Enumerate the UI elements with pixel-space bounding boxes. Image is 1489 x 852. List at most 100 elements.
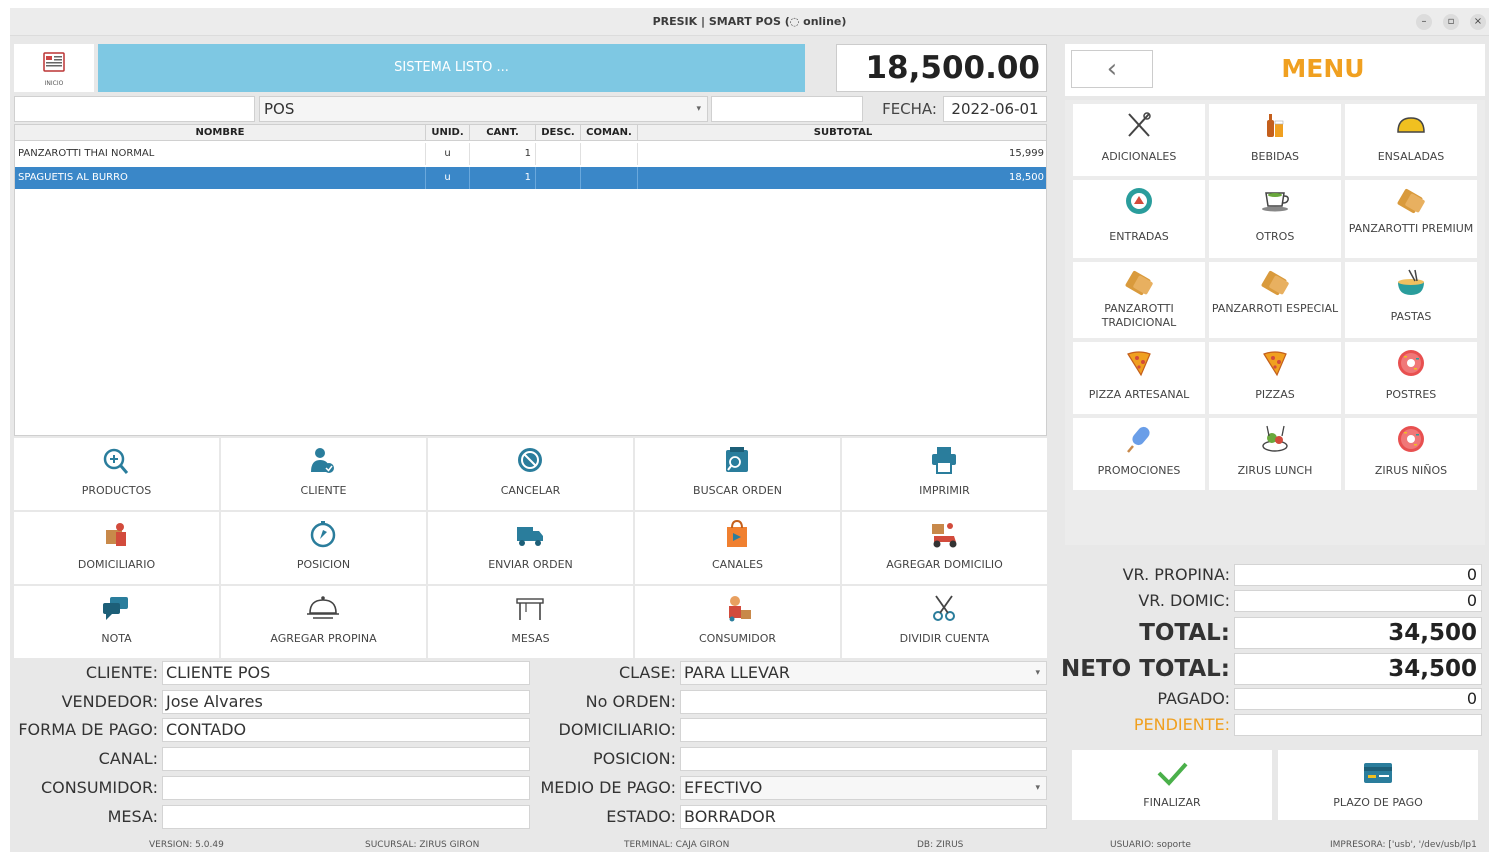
col-coman[interactable]: COMAN. [581, 125, 638, 141]
menu-item-label: PROMOCIONES [1097, 464, 1181, 477]
canal-field[interactable] [162, 747, 530, 771]
cliente-button[interactable]: CLIENTE [221, 438, 426, 510]
menu-item-promociones[interactable]: PROMOCIONES [1073, 418, 1205, 490]
credit-card-icon [1364, 763, 1392, 783]
forma-pago-label: FORMA DE PAGO: [18, 720, 158, 739]
cell-subtotal: 18,500 [1009, 172, 1044, 183]
close-button[interactable]: × [1470, 14, 1486, 30]
menu-item-label: ZIRUS NIÑOS [1374, 464, 1448, 477]
coffee-cup-icon [1262, 192, 1289, 212]
maximize-button[interactable]: ▫ [1443, 14, 1459, 30]
buscar-orden-button[interactable]: BUSCAR ORDEN [635, 438, 840, 510]
domiciliario-field-label: DOMICILIARIO: [558, 720, 676, 739]
noodle-bowl-icon [1398, 269, 1424, 295]
productos-button[interactable]: PRODUCTOS [14, 438, 219, 510]
menu-item-panzarotti-tradicional[interactable]: PANZAROTTI TRADICIONAL [1073, 262, 1205, 338]
home-button[interactable]: INICIO [14, 44, 94, 92]
menu-item-label: ZIRUS LUNCH [1237, 464, 1313, 477]
shop-combo[interactable]: POS ▾ [259, 96, 708, 122]
menu-item-label: PIZZAS [1255, 388, 1295, 401]
plazo-pago-button[interactable]: PLAZO DE PAGO [1278, 750, 1478, 820]
finalizar-button[interactable]: FINALIZAR [1072, 750, 1272, 820]
plazo-pago-label: PLAZO DE PAGO [1333, 796, 1423, 809]
checkmark-icon [1157, 762, 1188, 786]
cell-subtotal: 15,999 [1009, 148, 1044, 159]
estado-label: ESTADO: [606, 807, 676, 826]
printer-icon [932, 447, 956, 474]
enviar-orden-button[interactable]: ENVIAR ORDEN [428, 512, 633, 584]
menu-item-label: PANZAROTTI TRADICIONAL [1101, 302, 1177, 329]
col-cant[interactable]: CANT. [470, 125, 536, 141]
menu-item-panzarroti-especial[interactable]: PANZARROTI ESPECIAL [1209, 262, 1341, 338]
menu-item-bebidas[interactable]: BEBIDAS [1209, 104, 1341, 176]
cell-nombre: PANZAROTTI THAI NORMAL [15, 143, 426, 165]
menu-item-entradas[interactable]: ENTRADAS [1073, 180, 1205, 258]
orden-field[interactable] [680, 690, 1047, 714]
cell-nombre: SPAGUETIS AL BURRO [15, 167, 426, 189]
back-button[interactable]: ‹ [1071, 50, 1153, 88]
menu-item-label: OTROS [1255, 230, 1295, 243]
menu-item-adicionales[interactable]: ADICIONALES [1073, 104, 1205, 176]
mesa-field[interactable] [162, 805, 530, 829]
menu-item-pizzas[interactable]: PIZZAS [1209, 342, 1341, 414]
menu-item-label: ENTRADAS [1109, 230, 1169, 243]
compass-icon [310, 521, 336, 548]
domiciliario-field[interactable] [680, 718, 1047, 742]
agregar-domicilio-button[interactable]: AGREGAR DOMICILIO [842, 512, 1047, 584]
truck-icon [517, 527, 543, 546]
minimize-button[interactable]: – [1416, 14, 1432, 30]
search-plus-icon [103, 448, 129, 474]
agregar-propina-button[interactable]: AGREGAR PROPINA [221, 586, 426, 658]
menu-item-label: PANZARROTI ESPECIAL [1211, 302, 1339, 315]
menu-item-pizza-artesanal[interactable]: PIZZA ARTESANAL [1073, 342, 1205, 414]
menu-item-zirus-lunch[interactable]: ZIRUS LUNCH [1209, 418, 1341, 490]
chevron-left-icon: ‹ [1106, 54, 1118, 84]
neto-total-label: NETO TOTAL: [1060, 656, 1230, 682]
col-desc[interactable]: DESC. [536, 125, 581, 141]
menu-item-otros[interactable]: OTROS [1209, 180, 1341, 258]
clase-select[interactable]: PARA LLEVAR ▾ [680, 661, 1047, 685]
posicion-button[interactable]: POSICION [221, 512, 426, 584]
menu-title: MENU [1281, 54, 1365, 83]
menu-item-label: BEBIDAS [1250, 150, 1300, 163]
code-input[interactable] [14, 96, 255, 122]
plate-icon [1126, 188, 1152, 214]
forma-pago-field[interactable]: CONTADO [162, 718, 530, 742]
col-nombre[interactable]: NOMBRE [15, 125, 426, 141]
dividir-cuenta-button[interactable]: DIVIDIR CUENTA [842, 586, 1047, 658]
posicion-field[interactable] [680, 747, 1047, 771]
menu-item-zirus-ninos[interactable]: ZIRUS NIÑOS [1345, 418, 1477, 490]
footer-db: DB: ZIRUS [917, 840, 964, 850]
col-unid[interactable]: UNID. [426, 125, 470, 141]
consumidor-field[interactable] [162, 776, 530, 800]
menu-item-ensaladas[interactable]: ENSALADAS [1345, 104, 1477, 176]
action-grid: PRODUCTOS CLIENTE CANCELAR BUSCAR ORDEN … [14, 438, 1048, 658]
domic-value: 0 [1234, 590, 1482, 612]
cancelar-button[interactable]: CANCELAR [428, 438, 633, 510]
search-field[interactable] [711, 96, 863, 122]
total-value: 34,500 [1234, 617, 1482, 649]
menu-item-postres[interactable]: POSTRES [1345, 342, 1477, 414]
chevron-down-icon: ▾ [1035, 783, 1040, 793]
status-bar: SISTEMA LISTO ... [98, 44, 805, 92]
canales-button[interactable]: CANALES [635, 512, 840, 584]
consumidor-button[interactable]: CONSUMIDOR [635, 586, 840, 658]
table-row[interactable]: PANZAROTTI THAI NORMAL u 1 15,999 [15, 143, 1046, 165]
consumidor-field-label: CONSUMIDOR: [40, 778, 158, 797]
domiciliario-button[interactable]: DOMICILIARIO [14, 512, 219, 584]
menu-item-pastas[interactable]: PASTAS [1345, 262, 1477, 338]
table-header: NOMBRE UNID. CANT. DESC. COMAN. SUBTOTAL [15, 125, 1046, 141]
nota-button[interactable]: NOTA [14, 586, 219, 658]
imprimir-button[interactable]: IMPRIMIR [842, 438, 1047, 510]
menu-item-panzarotti-premium[interactable]: PANZAROTTI PREMIUM [1345, 180, 1477, 258]
col-subtotal[interactable]: SUBTOTAL [638, 125, 1048, 141]
cliente-label: CLIENTE: [85, 663, 158, 682]
nota-label: NOTA [101, 632, 132, 645]
table-row-selected[interactable]: SPAGUETIS AL BURRO u 1 18,500 [15, 167, 1046, 189]
vendedor-field[interactable]: Jose Alvares [162, 690, 530, 714]
footer-version: VERSION: 5.0.49 [149, 840, 224, 850]
medio-pago-select[interactable]: EFECTIVO ▾ [680, 776, 1047, 800]
mesas-button[interactable]: MESAS [428, 586, 633, 658]
orden-label: No ORDEN: [585, 692, 676, 711]
cliente-field[interactable]: CLIENTE POS [162, 661, 530, 685]
